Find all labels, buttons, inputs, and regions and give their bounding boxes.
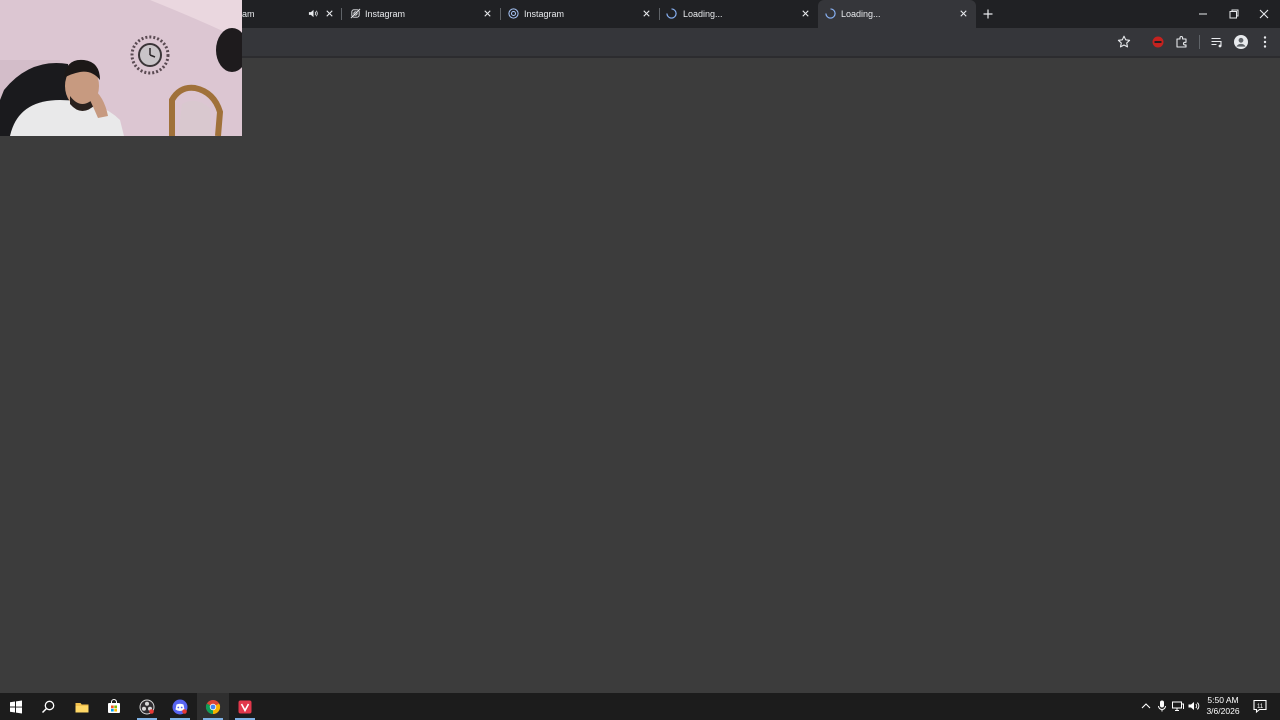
tab-title: am (242, 9, 255, 19)
microphone-icon[interactable] (1155, 699, 1169, 713)
kebab-menu-icon[interactable] (1257, 34, 1273, 50)
instagram-muted-icon (350, 8, 361, 19)
webcam-overlay (0, 0, 242, 136)
loading-spinner-icon (825, 8, 836, 19)
close-icon[interactable] (800, 8, 811, 19)
tab-title: Instagram (524, 9, 565, 19)
screen: am Instagram Instagram Loading... Loadin… (0, 0, 1280, 720)
tab-instagram[interactable]: Instagram (501, 0, 659, 28)
close-icon[interactable] (324, 8, 335, 19)
microsoft-store-icon (108, 699, 120, 713)
volume-icon[interactable] (1187, 699, 1201, 713)
speaker-icon[interactable] (308, 8, 319, 19)
page-content-area[interactable] (0, 58, 1280, 693)
clock-time: 5:50 AM (1207, 695, 1239, 705)
close-window-icon[interactable] (1256, 6, 1272, 22)
bookmark-star-icon[interactable] (1116, 34, 1132, 50)
network-icon[interactable] (1171, 699, 1185, 713)
chrome-icon (205, 700, 221, 715)
tab-loading-active[interactable]: Loading... (818, 0, 976, 28)
file-explorer-button[interactable] (66, 693, 98, 720)
discord-button[interactable] (164, 693, 196, 720)
restore-icon[interactable] (1226, 6, 1242, 22)
notification-count: 11 (1257, 704, 1264, 710)
search-button[interactable] (32, 693, 64, 720)
toolbar-separator (1199, 35, 1200, 49)
notification-center-button[interactable]: 11 (1252, 698, 1268, 714)
discord-icon (172, 699, 188, 715)
chrome-button[interactable] (197, 693, 229, 720)
loading-spinner-icon (666, 8, 677, 19)
instagram-icon (508, 8, 519, 19)
file-explorer-icon (75, 703, 89, 713)
tab-loading[interactable]: Loading... (660, 0, 818, 28)
tab-title: Loading... (841, 9, 881, 19)
minimize-icon[interactable] (1195, 6, 1211, 22)
close-icon[interactable] (482, 8, 493, 19)
video-editor-icon (238, 700, 252, 714)
video-editor-button[interactable] (229, 693, 261, 720)
windows-taskbar: 5:50 AM 3/6/2026 11 (0, 693, 1280, 720)
search-icon (41, 700, 55, 714)
clock-date: 3/6/2026 (1206, 706, 1240, 716)
close-icon[interactable] (641, 8, 652, 19)
microsoft-store-button[interactable] (98, 693, 130, 720)
system-clock[interactable]: 5:50 AM 3/6/2026 (1200, 695, 1246, 717)
extensions-puzzle-icon[interactable] (1174, 34, 1190, 50)
extension-red-icon[interactable] (1150, 34, 1166, 50)
start-icon (10, 700, 22, 714)
profile-avatar-icon[interactable] (1233, 34, 1249, 50)
obs-button[interactable] (131, 693, 163, 720)
webcam-feed (0, 0, 242, 136)
close-icon[interactable] (958, 8, 969, 19)
tab-title: Loading... (683, 9, 723, 19)
start-button[interactable] (0, 693, 32, 720)
obs-icon (139, 699, 155, 715)
tab-title: Instagram (365, 9, 406, 19)
media-control-icon[interactable] (1209, 34, 1225, 50)
tab-instagram-muted[interactable]: Instagram (342, 0, 500, 28)
new-tab-icon[interactable] (980, 6, 996, 22)
chevron-up-icon[interactable] (1139, 699, 1153, 713)
